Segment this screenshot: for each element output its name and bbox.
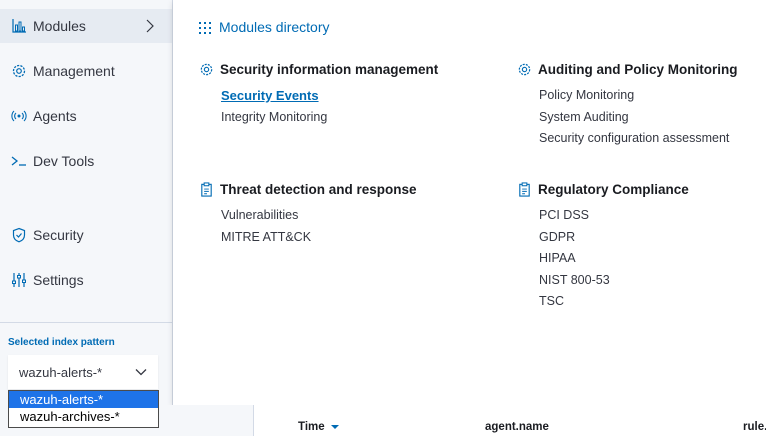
section-auditing-policy-monitoring: Auditing and Policy Monitoring Policy Mo… [518, 60, 738, 150]
sidebar-item-management[interactable]: Management [0, 54, 172, 88]
section-regulatory-compliance: Regulatory Compliance PCI DSS GDPR HIPAA… [519, 180, 689, 313]
page-title: Modules directory [199, 19, 330, 35]
sidebar-divider [0, 322, 172, 323]
module-link-vulnerabilities[interactable]: Vulnerabilities [221, 205, 417, 227]
sort-desc-icon [330, 425, 339, 429]
clipboard-icon [199, 181, 214, 197]
index-pattern-options-list: wazuh-alerts-* wazuh-archives-* [8, 390, 159, 428]
module-link-tsc[interactable]: TSC [539, 291, 689, 313]
index-pattern-select[interactable]: wazuh-alerts-* [8, 355, 158, 389]
sidebar-item-label: Security [33, 227, 84, 243]
module-link-mitre[interactable]: MITRE ATT&CK [221, 227, 417, 249]
section-heading-text: Threat detection and response [220, 181, 417, 197]
chart-icon [11, 18, 27, 34]
section-security-information-management: Security information management Security… [200, 60, 439, 129]
module-link-system-auditing[interactable]: System Auditing [539, 107, 737, 129]
broadcast-icon [11, 108, 27, 124]
shield-icon [11, 227, 27, 243]
module-link-security-events[interactable]: Security Events [221, 85, 438, 107]
sidebar-item-label: Dev Tools [33, 153, 95, 169]
sidebar-item-modules[interactable]: Modules [0, 9, 172, 43]
sidebar-item-agents[interactable]: Agents [0, 99, 172, 133]
sidebar-item-label: Settings [33, 272, 84, 288]
chevron-right-icon [142, 18, 158, 34]
sidebar: Modules Management Agents Dev Tools Secu… [0, 0, 173, 405]
section-heading-text: Regulatory Compliance [538, 181, 689, 197]
sliders-icon [11, 272, 27, 288]
column-header-label: Time [298, 421, 325, 433]
module-link-sca[interactable]: Security configuration assessment [539, 128, 737, 150]
section-heading: Threat detection and response [201, 180, 417, 198]
section-heading-text: Security information management [220, 61, 439, 77]
sidebar-item-settings[interactable]: Settings [0, 263, 172, 297]
module-link-gdpr[interactable]: GDPR [539, 227, 689, 249]
section-heading: Auditing and Policy Monitoring [518, 60, 738, 78]
gear-icon [199, 62, 214, 77]
page-title-text: Modules directory [219, 19, 330, 35]
sidebar-item-label: Management [33, 63, 115, 79]
sidebar-item-label: Agents [33, 108, 77, 124]
index-pattern-option[interactable]: wazuh-archives-* [9, 408, 158, 425]
index-pattern-label: Selected index pattern [8, 337, 115, 348]
gear-icon [11, 63, 27, 79]
column-header-agent-name[interactable]: agent.name [485, 421, 549, 433]
gear-icon [517, 62, 532, 77]
sidebar-item-label: Modules [33, 18, 86, 34]
apps-grid-icon [199, 21, 211, 34]
section-heading: Regulatory Compliance [519, 180, 689, 198]
section-heading-text: Auditing and Policy Monitoring [538, 61, 738, 77]
index-pattern-value: wazuh-alerts-* [19, 364, 103, 380]
section-threat-detection: Threat detection and response Vulnerabil… [201, 180, 417, 249]
section-heading: Security information management [200, 60, 439, 78]
clipboard-icon [517, 181, 532, 197]
console-icon [11, 153, 27, 169]
module-link-integrity-monitoring[interactable]: Integrity Monitoring [221, 107, 438, 129]
module-link-policy-monitoring[interactable]: Policy Monitoring [539, 85, 737, 107]
index-pattern-option[interactable]: wazuh-alerts-* [9, 391, 158, 408]
column-header-time[interactable]: Time [298, 421, 339, 433]
module-link-hipaa[interactable]: HIPAA [539, 248, 689, 270]
module-link-pci-dss[interactable]: PCI DSS [539, 205, 689, 227]
chevron-down-icon [134, 365, 148, 379]
sidebar-item-security[interactable]: Security [0, 218, 172, 252]
table-header: Time agent.name rule. [253, 405, 766, 436]
module-link-nist[interactable]: NIST 800-53 [539, 270, 689, 292]
sidebar-item-dev-tools[interactable]: Dev Tools [0, 144, 172, 178]
column-header-rule[interactable]: rule. [743, 421, 766, 433]
